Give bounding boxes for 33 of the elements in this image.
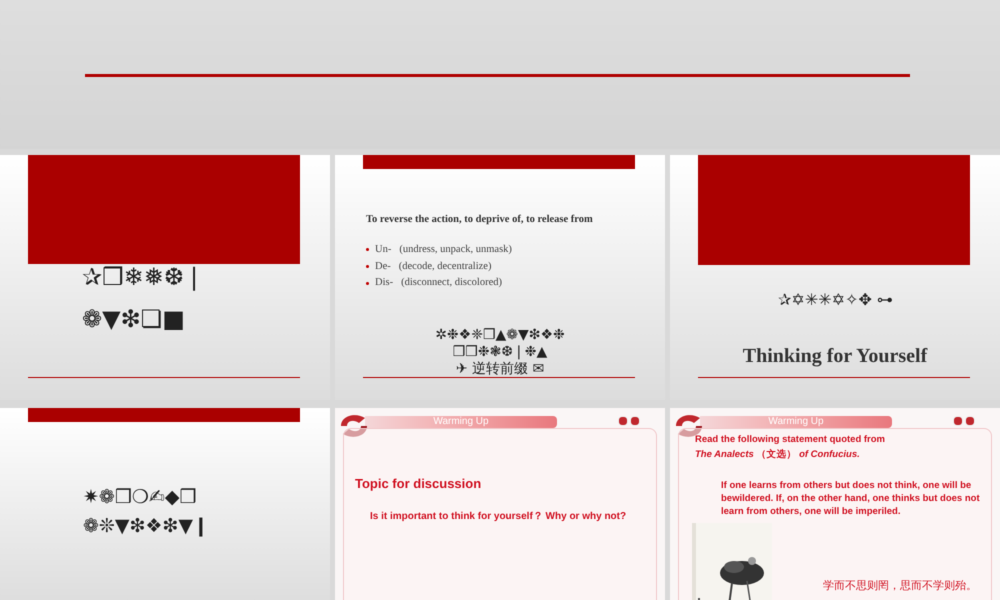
slide-heading: To reverse the action, to deprive of, to release from (366, 213, 593, 227)
symbol-text: ✰✡✳✳✡✧✥ ⊶ (778, 289, 893, 311)
header-bar: Warming Up (365, 416, 557, 428)
quote-text: If one learns from others but does not think, one will be bewildered. If, on the other hand, one thinks but does not learn from others, one will be imperiled. (721, 479, 981, 518)
chinese-quote: 学而不思则罔，思而不学则殆。 (823, 579, 977, 594)
example-text: (decode, decentralize) (398, 260, 492, 274)
slide-thumbnail[interactable]: To reverse the action, to deprive of, to release from Un- (undress, unpack, unmask) De- (decode, decentralize) Dis- (disconnect, discolored) ✲❉❖❈❒▲❁▼❇❖❉ ❒❒❉❃❆❘❉▲ ✈ 逆转前缀 ✉ (335, 155, 665, 400)
symbol-text: ✲❉❖❈❒▲❁▼❇❖❉ (435, 327, 565, 344)
slide-thumbnail[interactable] (0, 0, 1000, 149)
source-text: The Analects （文选） of Confucius. (695, 448, 860, 462)
symbol-text: ✈ 逆转前缀 ✉ (456, 361, 544, 378)
intro-text: Read the following statement quoted from (695, 433, 886, 447)
slide-thumbnail[interactable]: ✰❒❄❅❆❘ ❁▼❇❏■ (0, 155, 330, 400)
symbol-text: ❒❒❉❃❆❘❉▲ (452, 344, 548, 361)
prefix-text: Un- (375, 242, 392, 257)
example-text: (disconnect, discolored) (401, 276, 502, 290)
symbol-text: ❁▼❇❏■ (82, 304, 186, 335)
symbol-text: ✷❁❒❍✍◆❒ (83, 485, 198, 510)
bullet-icon (366, 264, 369, 268)
symbol-text: ✰❒❄❅❆❘ (82, 262, 204, 293)
prefix-text: Dis- (375, 276, 394, 290)
slide-thumbnail[interactable]: ✷❁❒❍✍◆❒ ❁❊▼❇❖❇▼❙ (0, 408, 330, 600)
prefix-text: De- (375, 260, 391, 274)
bullet-icon (366, 282, 369, 285)
example-text: (undress, unpack, unmask) (399, 242, 512, 257)
symbol-text: ❁❊▼❇❖❇▼❙ (83, 514, 209, 539)
bullet-icon (366, 248, 369, 252)
question-text: Is it important to think for yourself？ Why or why not? (370, 510, 626, 524)
slide-thumbnail[interactable]: Warming Up Topic for discussion Is it important to think for yourself？ Why or why not? (335, 408, 665, 600)
header-bar: Warming Up (700, 416, 892, 428)
slide-heading: Topic for discussion (355, 475, 482, 493)
slide-thumbnail[interactable]: ✰✡✳✳✡✧✥ ⊶ Thinking for Yourself (670, 155, 1000, 400)
slide-title: Thinking for Yourself (742, 344, 928, 369)
